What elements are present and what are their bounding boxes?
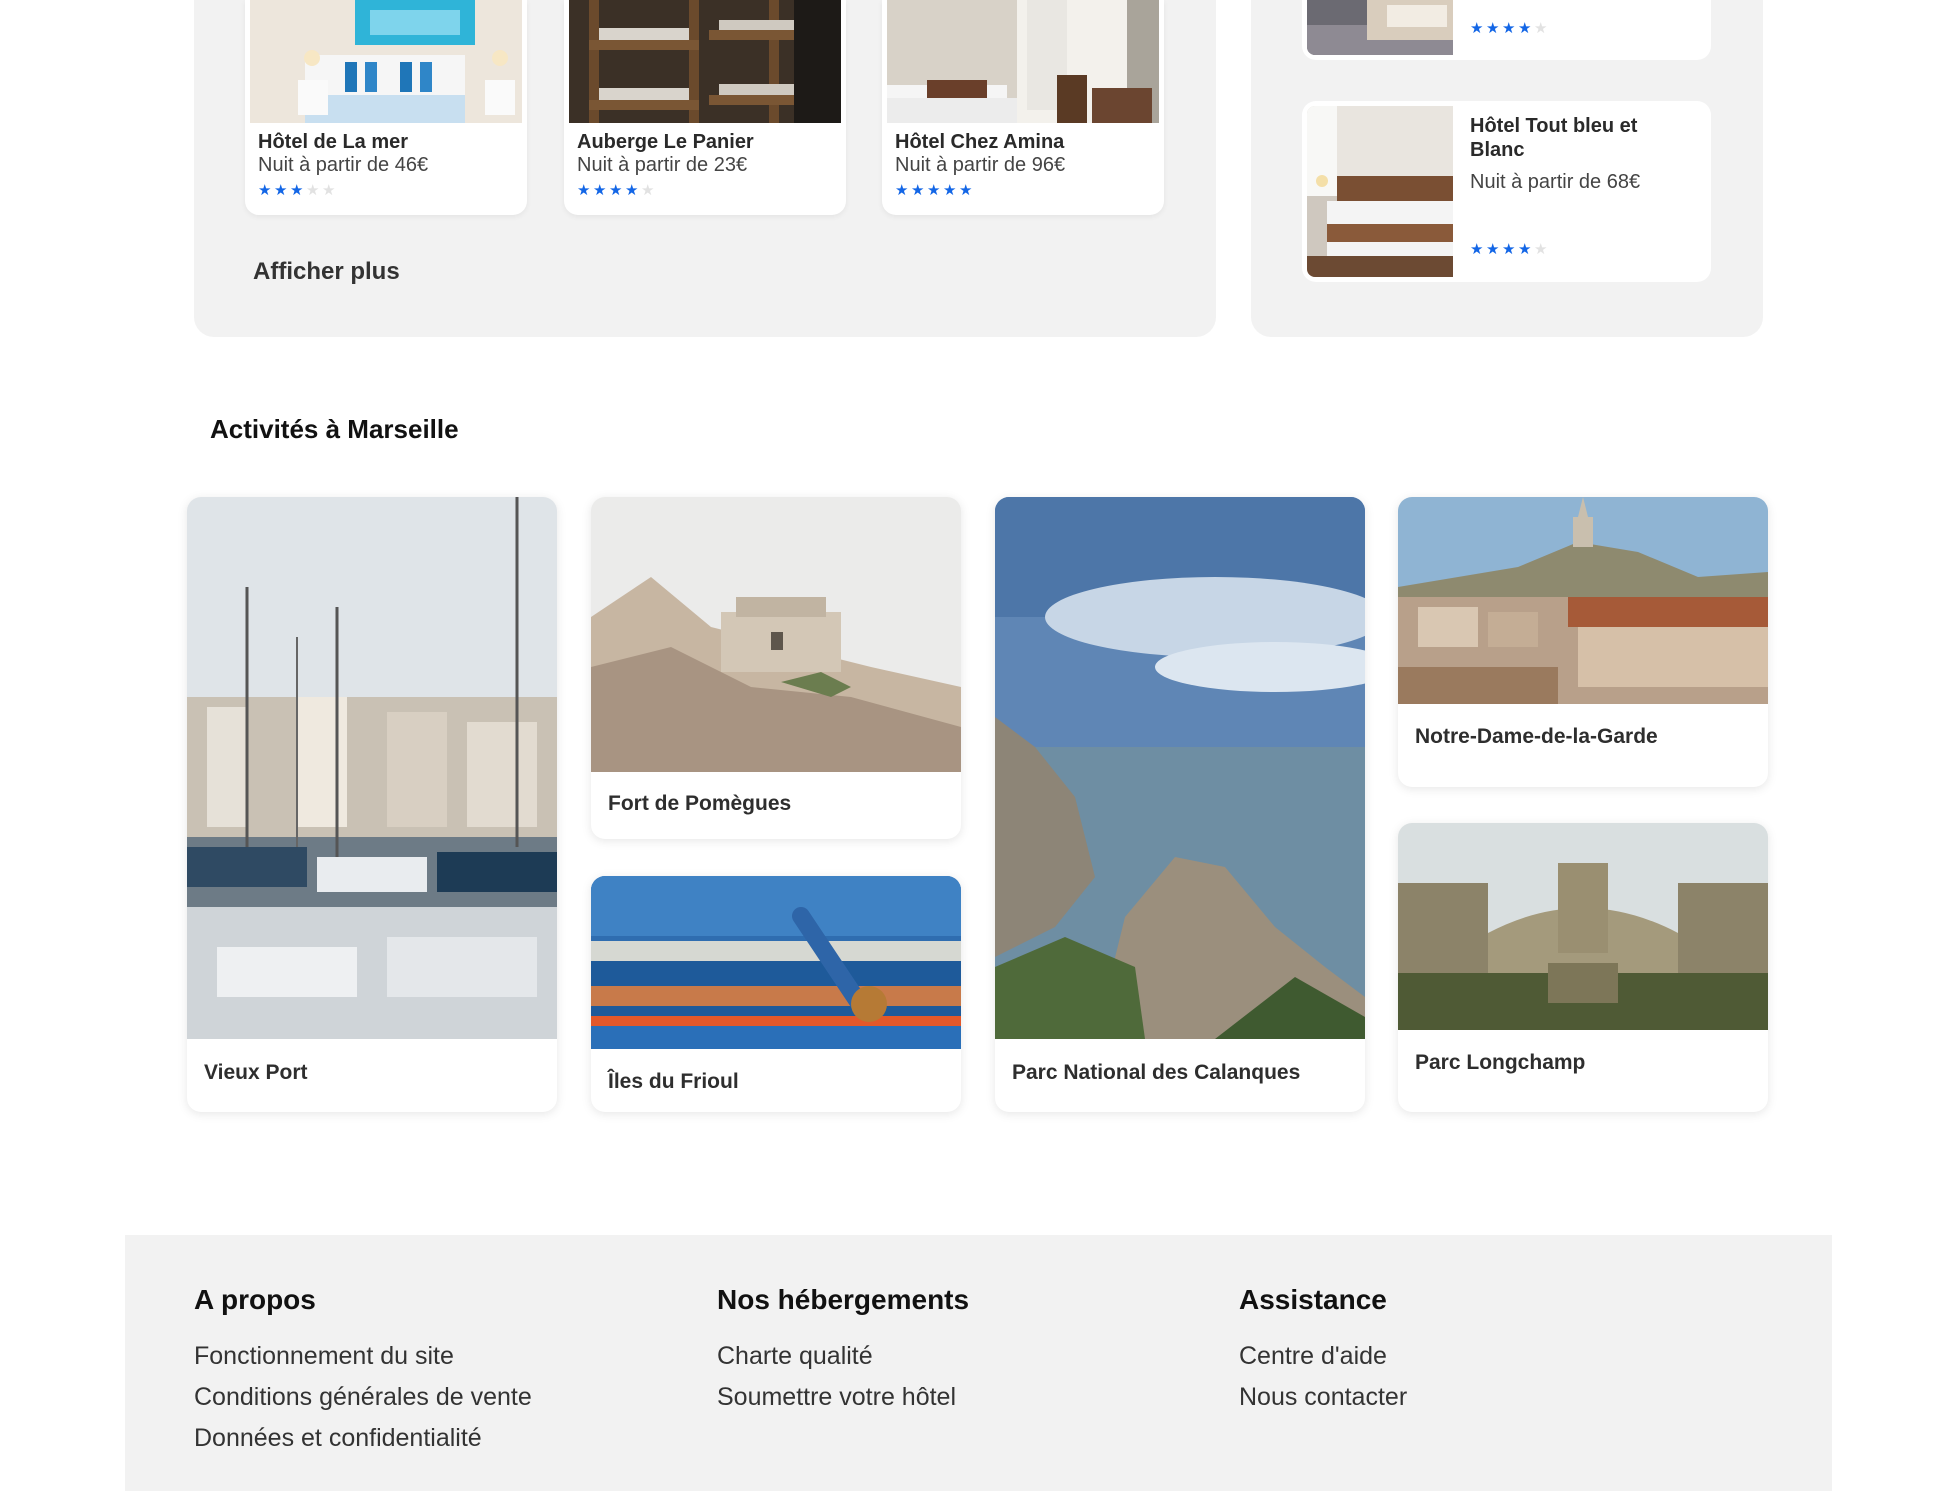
star-icon: ★ [943,182,957,199]
side-hotel-price: Nuit à partir de 68€ [1470,171,1641,193]
hotel-card[interactable]: Hôtel de La mer Nuit à partir de 46€ ★ ★ ★… [245,0,527,215]
star-icon: ★ [274,182,288,199]
activity-card[interactable]: Fort de Pomègues [591,497,961,839]
activity-label: Vieux Port [204,1061,308,1084]
star-icon: ★ [625,182,639,199]
footer-link-contact[interactable]: Nous contacter [1239,1377,1407,1418]
activity-card[interactable]: Parc National des Calanques [995,497,1365,1112]
hotel-photo [250,0,522,123]
footer-accommodations: Nos hébergements Charte qualité Soumettr… [717,1284,969,1418]
activity-label: Fort de Pomègues [608,792,792,815]
star-icon: ★ [577,182,591,199]
hotel-rating: ★ ★ ★ ★ ★ [895,183,975,198]
star-icon: ★ [593,182,607,199]
activity-photo [1398,497,1768,704]
star-icon: ★ [1502,241,1516,258]
activity-photo [995,497,1365,1039]
star-icon: ★ [322,182,336,199]
footer-support: Assistance Centre d'aide Nous contacter [1239,1284,1407,1418]
hotel-card[interactable]: Auberge Le Panier Nuit à partir de 23€ ★… [564,0,846,215]
side-hotel-photo [1307,106,1453,277]
side-hotel-rating: ★ ★ ★ ★ ★ [1470,21,1550,36]
activity-label: Îles du Frioul [608,1070,739,1093]
side-hotel-name: Hôtel Tout bleu et Blanc [1470,115,1638,161]
show-more-button[interactable]: Afficher plus [253,258,400,286]
hotel-photo [569,0,841,123]
star-icon: ★ [1470,20,1484,37]
hotel-price: Nuit à partir de 96€ [895,154,1066,176]
activity-label: Parc National des Calanques [1012,1061,1301,1084]
star-icon: ★ [1534,20,1548,37]
footer: A propos Fonctionnement du site Conditio… [125,1235,1832,1491]
footer-about: A propos Fonctionnement du site Conditio… [194,1284,532,1459]
star-icon: ★ [1486,241,1500,258]
star-icon: ★ [927,182,941,199]
star-icon: ★ [895,182,909,199]
hotels-panel: Hôtel de La mer Nuit à partir de 46€ ★ ★ ★… [194,0,1216,337]
hotel-price: Nuit à partir de 23€ [577,154,748,176]
activity-label: Parc Longchamp [1415,1051,1586,1074]
star-icon: ★ [306,182,320,199]
footer-link-quality-charter[interactable]: Charte qualité [717,1336,969,1377]
hotel-name: Hôtel Chez Amina [895,131,1065,153]
footer-link-help-center[interactable]: Centre d'aide [1239,1336,1407,1377]
star-icon: ★ [1470,241,1484,258]
activity-photo [591,876,961,1049]
activity-card[interactable]: Îles du Frioul [591,876,961,1112]
footer-link-submit-hotel[interactable]: Soumettre votre hôtel [717,1377,969,1418]
activities-title: Activités à Marseille [210,414,459,444]
footer-support-title: Assistance [1239,1284,1387,1315]
side-hotel-photo [1307,0,1453,55]
star-icon: ★ [258,182,272,199]
activity-photo [591,497,961,772]
footer-link-how-it-works[interactable]: Fonctionnement du site [194,1336,532,1377]
star-icon: ★ [1518,20,1532,37]
hotel-photo [887,0,1159,123]
hotel-rating: ★ ★ ★ ★ ★ [577,183,657,198]
activity-card[interactable]: Notre-Dame-de-la-Garde [1398,497,1768,787]
footer-link-terms[interactable]: Conditions générales de vente [194,1377,532,1418]
side-hotel-rating: ★ ★ ★ ★ ★ [1470,242,1550,257]
side-hotel-card[interactable]: Hôtel Tout bleu et Blanc Nuit à partir d… [1302,101,1711,282]
star-icon: ★ [1486,20,1500,37]
star-icon: ★ [1534,241,1548,258]
star-icon: ★ [1502,20,1516,37]
hotel-price: Nuit à partir de 46€ [258,154,429,176]
side-hotel-card[interactable]: ★ ★ ★ ★ ★ [1302,0,1711,60]
activity-label: Notre-Dame-de-la-Garde [1415,725,1658,748]
star-icon: ★ [609,182,623,199]
activity-card[interactable]: Parc Longchamp [1398,823,1768,1112]
hotel-card[interactable]: Hôtel Chez Amina Nuit à partir de 96€ ★ ★… [882,0,1164,215]
star-icon: ★ [641,182,655,199]
hotel-name: Hôtel de La mer [258,131,409,153]
star-icon: ★ [911,182,925,199]
hotel-name: Auberge Le Panier [577,131,754,153]
activity-photo [1398,823,1768,1030]
star-icon: ★ [290,182,304,199]
star-icon: ★ [1518,241,1532,258]
footer-accommodations-title: Nos hébergements [717,1284,970,1315]
star-icon: ★ [959,182,973,199]
activity-photo [187,497,557,1039]
activity-card[interactable]: Vieux Port [187,497,557,1112]
footer-link-privacy[interactable]: Données et confidentialité [194,1418,532,1459]
footer-about-title: A propos [194,1284,316,1315]
hotel-rating: ★ ★ ★ ★ ★ [258,183,338,198]
